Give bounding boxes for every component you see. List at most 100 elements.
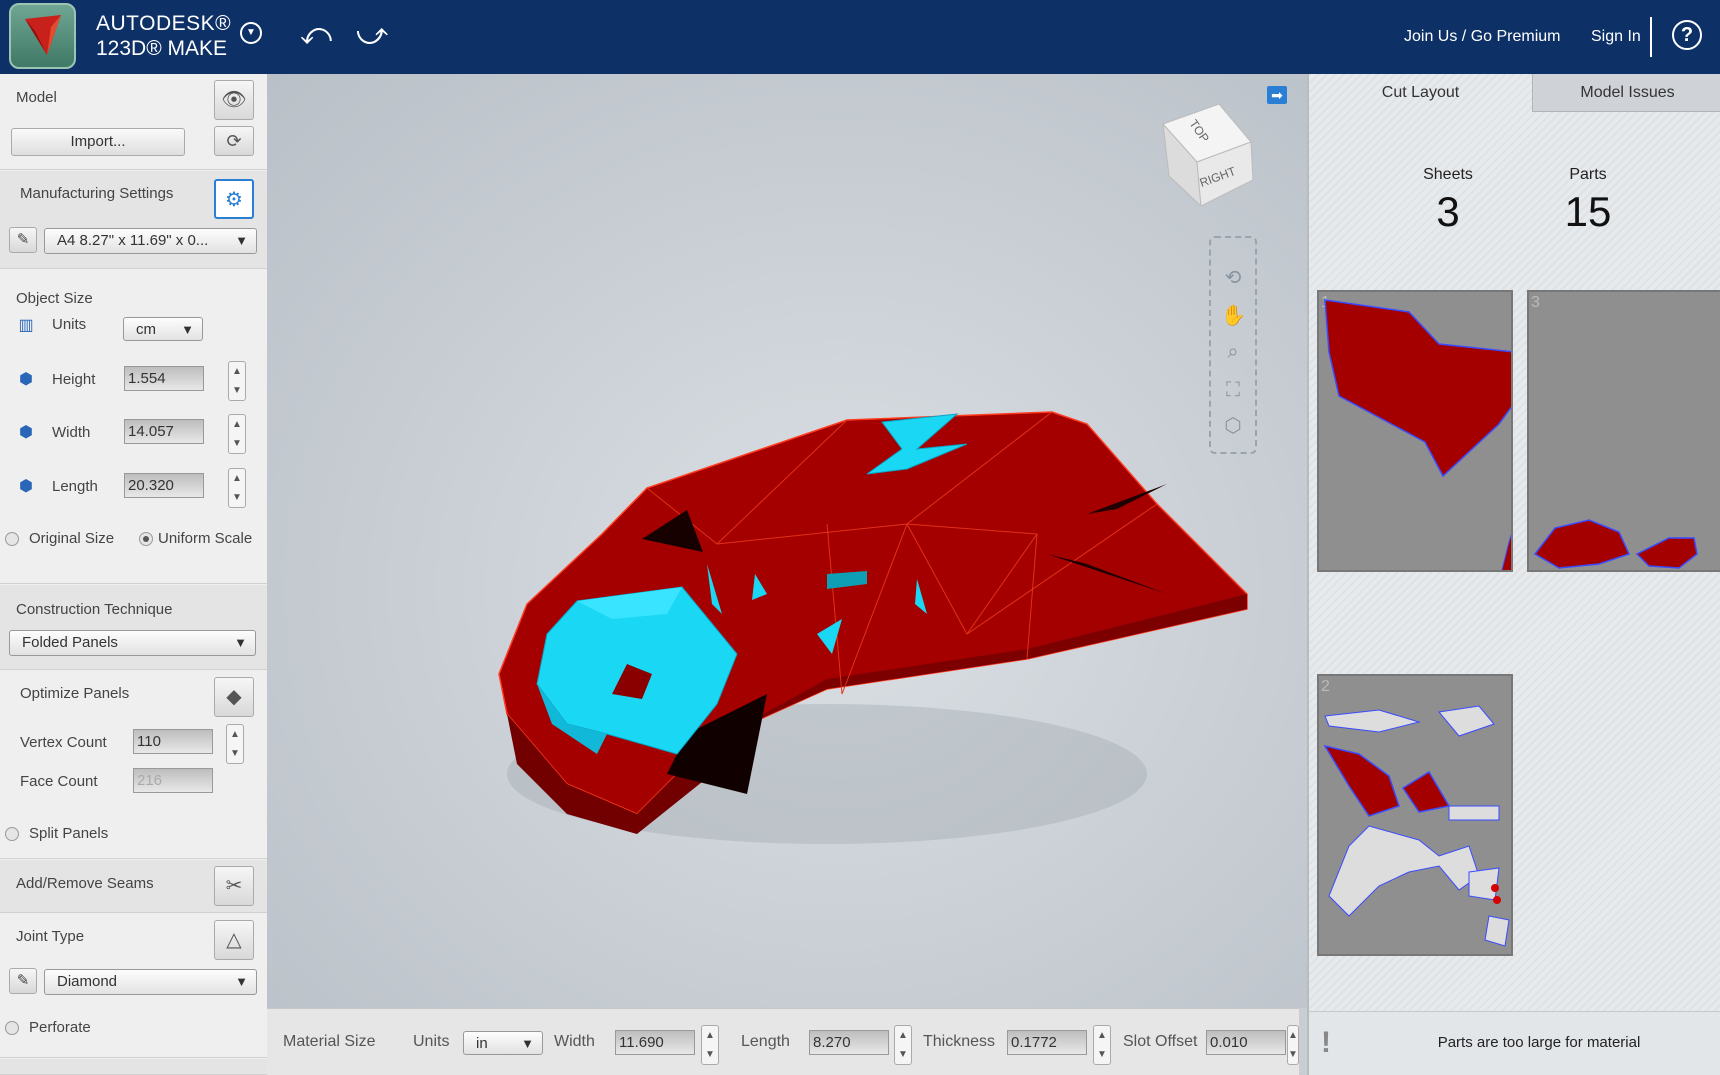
join-premium-link[interactable]: Join Us / Go Premium [1404, 28, 1560, 46]
edit-material-pencil-icon[interactable]: ✎ [9, 227, 37, 253]
material-size-bar: Material Size Units in ▼ Width 11.690 ▲ ▼… [267, 1008, 1299, 1075]
material-thickness-label: Thickness [923, 1033, 996, 1050]
split-panels-checkbox[interactable] [5, 827, 19, 841]
3d-model[interactable] [267, 74, 1307, 1008]
perforate-label: Perforate [29, 1019, 91, 1036]
tab-cut-layout[interactable]: Cut Layout [1309, 74, 1532, 112]
manufacturing-title: Manufacturing Settings [20, 185, 174, 202]
seams-title: Add/Remove Seams [16, 875, 154, 892]
object-size-section: Object Size ▥ Units cm ▼ ⬢ Height 1.554 … [0, 270, 267, 584]
units-select-value: cm [136, 321, 156, 338]
seams-section: Add/Remove Seams ✂ [0, 860, 267, 913]
construction-select[interactable]: Folded Panels ▼ [9, 630, 256, 656]
tab-model-issues[interactable]: Model Issues [1532, 74, 1720, 112]
height-icon: ⬢ [19, 371, 33, 388]
vertex-count-input[interactable]: 110 [133, 729, 213, 754]
slot-offset-label: Slot Offset [1123, 1033, 1198, 1050]
object-size-title: Object Size [16, 290, 93, 307]
redo-icon[interactable]: ⤻ [356, 18, 388, 52]
optimize-panels-icon[interactable]: ◆ [214, 677, 254, 717]
material-width-input[interactable]: 11.690 [615, 1030, 695, 1055]
undo-icon[interactable]: ⤺ [300, 18, 332, 52]
topbar-divider [1650, 17, 1652, 57]
sheet-thumbnail-1[interactable]: 1 [1317, 290, 1513, 572]
warning-bar: ! Parts are too large for material [1309, 1011, 1720, 1075]
chevron-down-icon: ▼ [235, 974, 248, 989]
joint-select-value: Diamond [57, 973, 118, 990]
sheet-thumbnail-3[interactable]: 3 [1527, 290, 1720, 572]
material-length-input[interactable]: 8.270 [809, 1030, 889, 1055]
pan-hand-icon[interactable]: ✋ [1221, 304, 1246, 328]
slot-offset-stepper[interactable]: ▲ ▼ [1287, 1025, 1299, 1065]
optimize-section: Optimize Panels ◆ Vertex Count 110 ▲ ▼ Fa… [0, 671, 267, 859]
face-count-label: Face Count [20, 773, 98, 790]
material-units-label: Units [413, 1033, 450, 1050]
material-length-label: Length [741, 1033, 790, 1050]
fit-to-view-icon[interactable]: ⛶ [1221, 378, 1245, 402]
manufacturing-section: Manufacturing Settings ⚙ ✎ A4 8.27" x 11… [0, 171, 267, 269]
refresh-icon[interactable]: ⟳ [214, 126, 254, 156]
optimize-title: Optimize Panels [20, 685, 130, 702]
width-input[interactable]: 14.057 [124, 419, 204, 444]
length-label: Length [52, 478, 98, 495]
home-view-icon[interactable]: ⬡ [1221, 414, 1245, 438]
length-icon: ⬢ [19, 478, 33, 495]
seams-tool-icon[interactable]: ✂ [214, 866, 254, 906]
material-units-value: in [476, 1035, 488, 1052]
material-select[interactable]: A4 8.27" x 11.69" x 0... ▼ [44, 228, 257, 254]
next-section-stub [0, 1059, 267, 1075]
zoom-magnifier-icon[interactable]: ⌕ [1221, 340, 1245, 364]
orbit-icon[interactable]: ⟲ [1221, 266, 1245, 290]
height-stepper[interactable]: ▲ ▼ [228, 361, 246, 401]
material-width-label: Width [554, 1033, 595, 1050]
settings-panel: Model 👁 Import... ⟳ Manufacturing Settin… [0, 74, 267, 1075]
view-cube[interactable]: TOP RIGHT [1149, 96, 1261, 208]
units-select[interactable]: cm ▼ [123, 317, 203, 341]
app-logo[interactable] [9, 3, 76, 69]
material-width-stepper[interactable]: ▲ ▼ [701, 1025, 719, 1065]
material-thickness-stepper[interactable]: ▲ ▼ [1093, 1025, 1111, 1065]
help-icon[interactable]: ? [1672, 20, 1702, 50]
edit-joint-pencil-icon[interactable]: ✎ [9, 968, 37, 994]
split-panels-label: Split Panels [29, 825, 109, 842]
length-input[interactable]: 20.320 [124, 473, 204, 498]
collapse-panel-arrow-icon[interactable]: ➡ [1267, 86, 1287, 104]
vertex-count-label: Vertex Count [20, 734, 107, 751]
material-length-stepper[interactable]: ▲ ▼ [894, 1025, 912, 1065]
navigation-toolbar: ⟲ ✋ ⌕ ⛶ ⬡ [1209, 236, 1257, 454]
import-button[interactable]: Import... [11, 128, 185, 156]
chevron-down-icon: ▼ [235, 233, 248, 248]
sheet-thumbnail-2[interactable]: 2 [1317, 674, 1513, 956]
parts-label: Parts [1569, 166, 1607, 183]
original-size-radio[interactable] [5, 532, 19, 546]
uniform-scale-radio[interactable] [139, 532, 153, 546]
joint-select[interactable]: Diamond ▼ [44, 969, 257, 995]
original-size-label: Original Size [29, 530, 115, 547]
gear-icon[interactable]: ⚙ [214, 179, 254, 219]
chevron-down-icon: ▼ [181, 322, 194, 337]
length-stepper[interactable]: ▲ ▼ [228, 468, 246, 508]
construction-select-value: Folded Panels [22, 634, 118, 651]
height-input[interactable]: 1.554 [124, 366, 204, 391]
material-thickness-input[interactable]: 0.1772 [1007, 1030, 1087, 1055]
joint-title: Joint Type [16, 928, 85, 945]
height-label: Height [52, 371, 96, 388]
slot-offset-input[interactable]: 0.010 [1206, 1030, 1286, 1055]
app-menu-dropdown-icon[interactable]: ▼ [240, 22, 262, 44]
ruler-icon: ▥ [18, 317, 34, 334]
width-stepper[interactable]: ▲ ▼ [228, 414, 246, 454]
construction-title: Construction Technique [16, 601, 173, 618]
3d-viewport[interactable]: ➡ TOP RIGHT ⟲ ✋ ⌕ ⛶ ⬡ [267, 74, 1307, 1008]
vertex-count-stepper[interactable]: ▲ ▼ [226, 724, 244, 764]
brand-name: AUTODESK® 123D® MAKE [96, 12, 231, 61]
material-size-title: Material Size [283, 1033, 376, 1050]
perforate-checkbox[interactable] [5, 1021, 19, 1035]
top-bar: AUTODESK® 123D® MAKE ▼ ⤺ ⤻ Join Us / Go … [0, 0, 1720, 74]
material-select-value: A4 8.27" x 11.69" x 0... [57, 232, 209, 249]
model-section: Model 👁 Import... ⟳ [0, 74, 267, 170]
uniform-scale-label: Uniform Scale [158, 530, 253, 547]
sign-in-link[interactable]: Sign In [1591, 28, 1641, 46]
eye-icon[interactable]: 👁 [214, 80, 254, 120]
joint-type-icon[interactable]: △ [214, 920, 254, 960]
material-units-select[interactable]: in ▼ [463, 1031, 543, 1055]
